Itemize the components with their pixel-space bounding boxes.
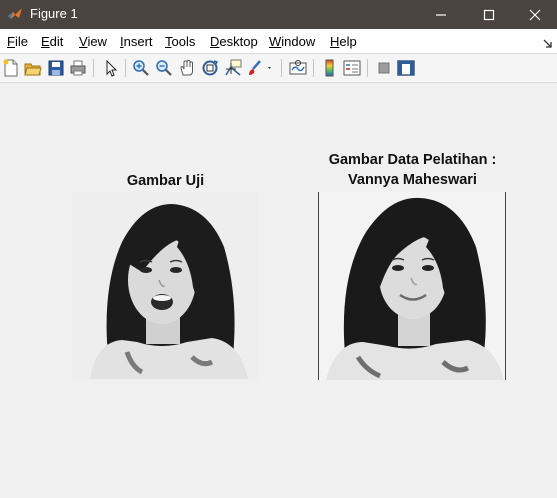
link-plot-icon[interactable] xyxy=(289,59,307,77)
menu-window[interactable]: Window xyxy=(269,34,315,49)
toolbar-separator xyxy=(93,59,94,77)
show-plot-tools-icon[interactable] xyxy=(397,59,415,77)
menu-tools[interactable]: Tools xyxy=(165,34,195,49)
menu-desktop[interactable]: Desktop xyxy=(210,34,258,49)
menu-help[interactable]: Help xyxy=(330,34,357,49)
insert-colorbar-icon[interactable] xyxy=(321,59,339,77)
menu-view[interactable]: View xyxy=(79,34,107,49)
matlab-logo-icon xyxy=(7,6,23,22)
brush-icon[interactable] xyxy=(246,59,274,77)
open-file-icon[interactable] xyxy=(24,59,42,77)
left-axis-title: Gambar Uji xyxy=(126,173,205,189)
toolbar-separator xyxy=(367,59,368,77)
minimize-icon xyxy=(436,13,446,16)
toolbar-separator xyxy=(281,59,282,77)
new-figure-icon[interactable] xyxy=(2,59,20,77)
rotate-3d-icon[interactable] xyxy=(201,59,219,77)
menu-edit[interactable]: Edit xyxy=(41,34,63,49)
save-icon[interactable] xyxy=(47,59,65,77)
maximize-icon xyxy=(483,9,495,20)
print-icon[interactable] xyxy=(69,59,87,77)
close-icon xyxy=(529,9,541,20)
right-axis-title: Gambar Data Pelatihan : Vannya Maheswari xyxy=(300,150,525,190)
hide-plot-tools-icon[interactable] xyxy=(375,59,393,77)
insert-legend-icon[interactable] xyxy=(343,59,361,77)
toolbar-separator xyxy=(125,59,126,77)
menu-insert[interactable]: Insert xyxy=(120,34,153,49)
zoom-out-icon[interactable] xyxy=(155,59,173,77)
dock-figure-icon[interactable] xyxy=(543,35,553,48)
close-button[interactable] xyxy=(512,0,557,29)
menu-bar: File Edit View Insert Tools Desktop Wind… xyxy=(0,29,557,54)
figure-toolbar xyxy=(0,54,557,83)
test-image xyxy=(72,192,259,379)
window-titlebar[interactable]: Figure 1 xyxy=(0,0,557,29)
toolbar-separator xyxy=(313,59,314,77)
maximize-button[interactable] xyxy=(466,0,512,29)
data-cursor-icon[interactable] xyxy=(224,59,242,77)
edit-plot-arrow-icon[interactable] xyxy=(102,59,120,77)
right-axis-title-line2: Vannya Maheswari xyxy=(348,172,477,188)
right-axis-title-line1: Gambar Data Pelatihan : xyxy=(328,152,497,168)
menu-file[interactable]: File xyxy=(7,34,28,49)
window-title: Figure 1 xyxy=(30,6,78,21)
zoom-in-icon[interactable] xyxy=(132,59,150,77)
pan-hand-icon[interactable] xyxy=(178,59,196,77)
minimize-button[interactable] xyxy=(418,0,464,29)
training-image xyxy=(318,192,506,380)
